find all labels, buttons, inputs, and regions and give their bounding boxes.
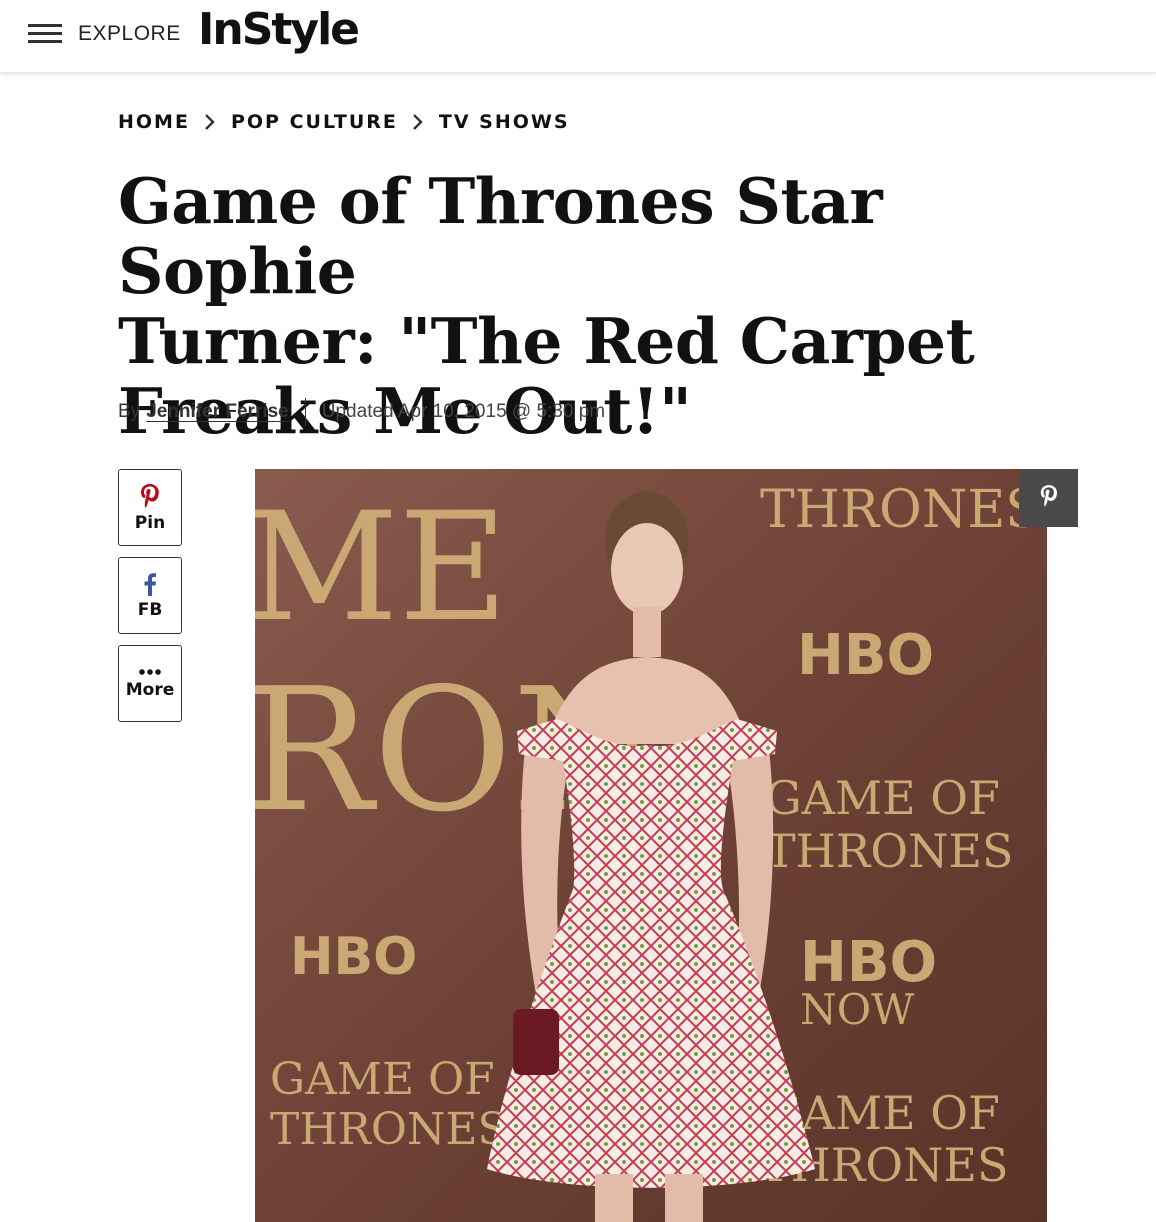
article-title-line: Turner: "The Red Carpet [118, 304, 975, 378]
author-link[interactable]: Jennifer Ferrise [146, 401, 289, 423]
backdrop-text: THRONES [765, 824, 1014, 878]
byline-divider [304, 398, 306, 426]
updated-timestamp: Updated Apr 10, 2015 @ 5:30 pm [321, 401, 606, 422]
breadcrumb-home[interactable]: HOME [118, 111, 190, 133]
pinterest-icon [139, 483, 161, 509]
image-pin-button[interactable] [1019, 469, 1078, 527]
hamburger-menu-icon[interactable] [28, 22, 62, 46]
backdrop-text: NOW [800, 985, 915, 1034]
byline-by-label: By [118, 401, 141, 422]
backdrop-text: HBO [797, 623, 934, 688]
backdrop-text: THRONES [270, 1104, 508, 1155]
article-title-line: Game of Thrones Star Sophie [118, 164, 883, 308]
site-logo[interactable]: InStyle [198, 4, 360, 55]
chevron-right-icon [204, 113, 215, 131]
facebook-icon [143, 572, 157, 596]
fb-label: FB [137, 599, 163, 620]
breadcrumb: HOME POP CULTURE TV SHOWS [118, 109, 570, 135]
pin-label: Pin [134, 512, 166, 533]
chevron-right-icon [412, 113, 423, 131]
explore-button[interactable]: EXPLORE [78, 22, 181, 46]
hero-image: ME RON THRONES HBO GAME OF THRONES HBO H… [255, 469, 1047, 1222]
backdrop-text: ME [255, 481, 508, 655]
pinterest-icon [1039, 483, 1059, 514]
pin-share-button[interactable]: Pin [118, 469, 182, 546]
site-header: EXPLORE InStyle [0, 0, 1156, 73]
byline: By Jennifer Ferrise Updated Apr 10, 2015… [118, 398, 605, 426]
backdrop-text: THRONES [760, 480, 1041, 540]
backdrop-text: GAME OF [270, 1054, 495, 1105]
backdrop-text: GAME OF [765, 771, 1000, 825]
more-label: More [125, 679, 175, 700]
breadcrumb-tv-shows[interactable]: TV SHOWS [439, 111, 570, 133]
more-share-button[interactable]: More [118, 645, 182, 722]
backdrop-text: HBO [290, 927, 417, 987]
ellipsis-icon [138, 668, 162, 676]
facebook-share-button[interactable]: FB [118, 557, 182, 634]
breadcrumb-pop-culture[interactable]: POP CULTURE [231, 111, 398, 133]
